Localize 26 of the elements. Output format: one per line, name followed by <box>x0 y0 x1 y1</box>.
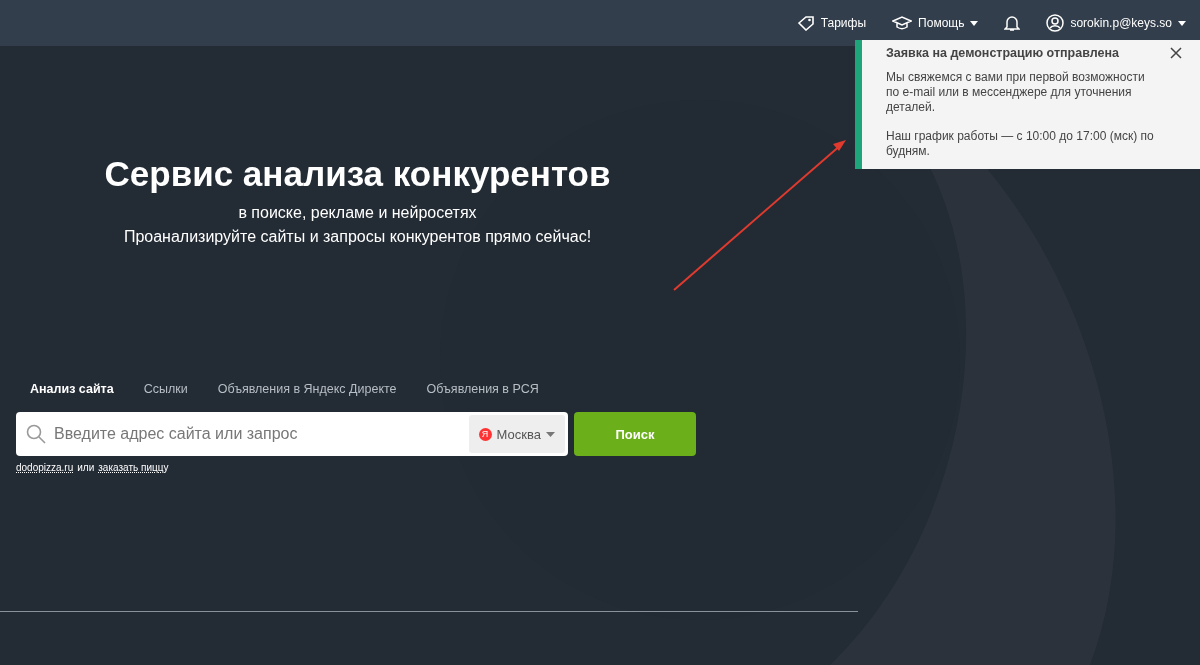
tag-icon <box>796 15 815 31</box>
example-link[interactable]: заказать пиццу <box>98 462 169 473</box>
example-link[interactable]: dodopizza.ru <box>16 462 74 473</box>
nav-link[interactable]: Тарифы <box>796 15 867 31</box>
search-tab[interactable]: Ссылки <box>143 382 188 396</box>
user-icon <box>1046 14 1065 32</box>
search-tab[interactable]: Объявления в РСЯ <box>426 382 539 396</box>
nav-link[interactable]: sorokin.p@keys.so <box>1046 14 1186 32</box>
separator-text: или <box>77 462 95 473</box>
search-tab[interactable]: Объявления в Яндекс Директе <box>217 382 397 396</box>
region-select[interactable]: Я Москва <box>468 415 565 453</box>
search-icon <box>26 424 46 444</box>
hero-title: Сервис анализа конкурентов <box>103 154 612 194</box>
nav-link[interactable]: Помощь <box>892 16 979 30</box>
yandex-badge: Я <box>478 427 492 441</box>
caret-icon <box>546 431 555 437</box>
hero-subtitle: в поиске, рекламе и нейросетях <box>237 204 478 222</box>
search-tab[interactable]: Анализ сайта <box>30 382 114 396</box>
toast-title: Заявка на демонстрацию отправлена <box>886 46 1119 60</box>
close-icon[interactable] <box>1170 47 1182 59</box>
hero-tagline: Проанализируйте сайты и запросы конкурентов прямо сейчас! <box>122 228 593 246</box>
bell-icon[interactable] <box>1004 14 1021 32</box>
toast-message: Наш график работы — с 10:00 до 17:00 (мск) по будням. <box>886 129 1155 159</box>
graduation-cap-icon <box>892 16 913 30</box>
toast-message: Мы свяжемся с вами при первой возможности по e-mail или в мессенджере для уточнения деталей. <box>886 70 1146 115</box>
search-field[interactable]: Введите адрес сайта или запрос Я Москва <box>16 412 568 456</box>
